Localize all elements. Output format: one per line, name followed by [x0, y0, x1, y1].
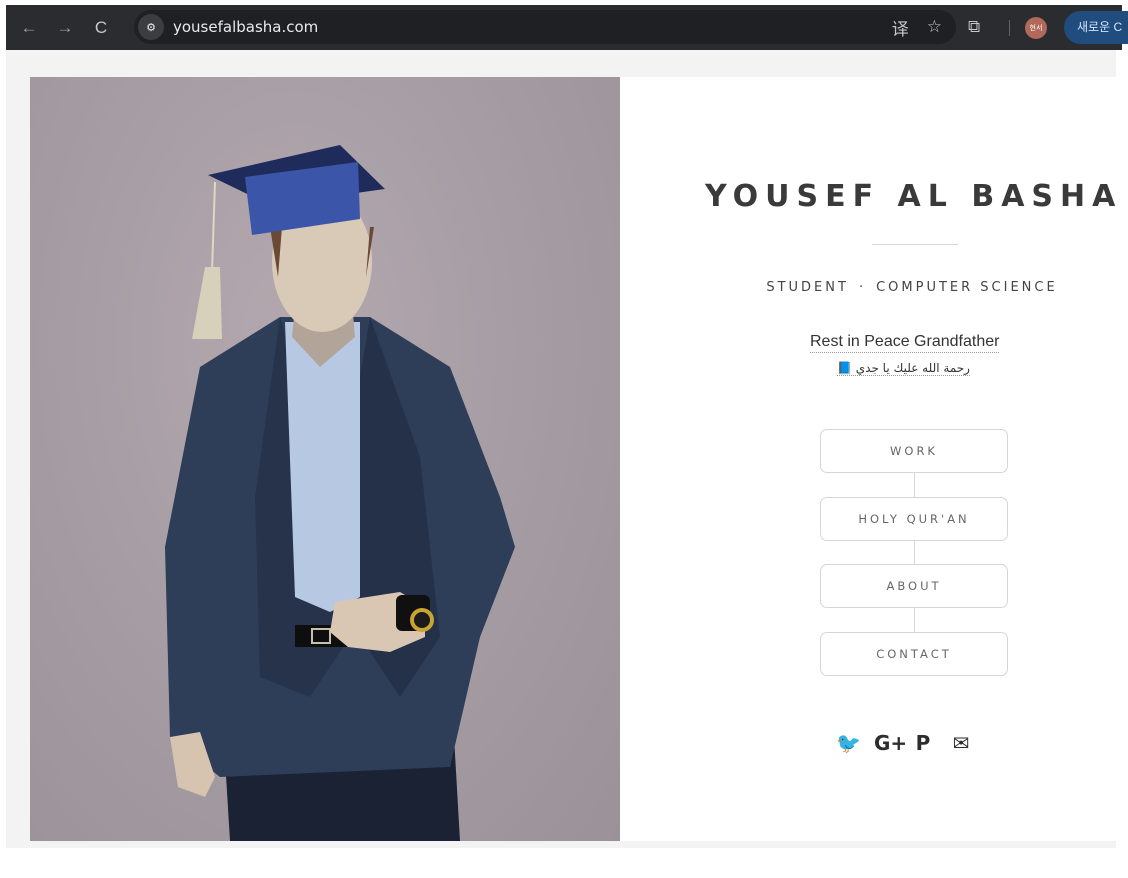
google-plus-icon[interactable]: G+ — [874, 731, 907, 755]
site-info-icon[interactable]: ⚙ — [138, 14, 164, 40]
menu-button-holy-quran[interactable]: HOLY QUR'AN — [820, 497, 1008, 541]
graduate-illustration — [165, 145, 515, 841]
new-chrome-button[interactable]: 새로운 C — [1064, 11, 1128, 44]
profile-avatar[interactable]: 현서 — [1025, 17, 1047, 39]
hero-card: YOUSEF AL BASHA STUDENT · COMPUTER SCIENCE… — [30, 77, 1116, 841]
rip-grandfather-arabic-link[interactable]: رحمة الله عليك يا جدي 📘 — [837, 361, 970, 376]
email-icon[interactable]: ✉ — [950, 731, 972, 755]
social-links: 🐦 G+ P ✉ — [836, 731, 972, 755]
rip-grandfather-link[interactable]: Rest in Peace Grandfather — [810, 333, 1000, 353]
intro-panel: YOUSEF AL BASHA STUDENT · COMPUTER SCIENCE… — [620, 77, 1116, 841]
tagline-separator: · — [858, 280, 867, 295]
tagline-field: COMPUTER SCIENCE — [876, 280, 1058, 295]
bookmark-star-icon[interactable]: ☆ — [927, 17, 942, 37]
site-title: YOUSEF AL BASHA — [705, 179, 1116, 214]
reload-icon[interactable]: C — [88, 15, 114, 41]
menu-button-about[interactable]: ABOUT — [820, 564, 1008, 608]
back-icon[interactable]: ← — [16, 15, 42, 41]
browser-toolbar: ← → C ⚙ yousefalbasha.com 译 ☆ ⧉ 현서 새로운 C — [6, 5, 1128, 50]
address-bar[interactable]: ⚙ yousefalbasha.com 译 ☆ — [134, 10, 956, 44]
profile-illustration — [30, 77, 620, 841]
extensions-icon[interactable]: ⧉ — [968, 17, 980, 37]
translate-icon[interactable]: 译 — [892, 15, 909, 40]
title-divider — [872, 244, 958, 245]
twitter-icon[interactable]: 🐦 — [836, 731, 861, 755]
toolbar-divider — [1009, 20, 1010, 36]
url-text[interactable]: yousefalbasha.com — [173, 18, 318, 36]
tagline: STUDENT · COMPUTER SCIENCE — [620, 280, 1116, 295]
menu-button-contact[interactable]: CONTACT — [820, 632, 1008, 676]
paypal-icon[interactable]: P — [912, 731, 934, 755]
tagline-role: STUDENT — [766, 280, 849, 295]
forward-icon[interactable]: → — [52, 15, 78, 41]
menu-button-work[interactable]: WORK — [820, 429, 1008, 473]
